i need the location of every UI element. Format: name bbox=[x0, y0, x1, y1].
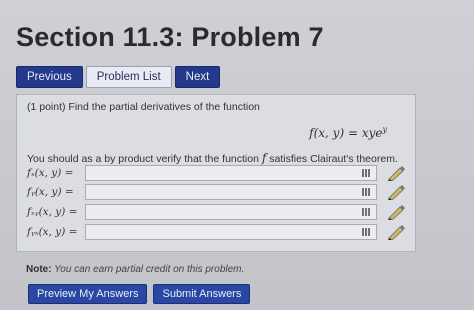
answer-row-fy: fᵧ(x, y) = bbox=[27, 184, 377, 200]
pencil-icon[interactable] bbox=[385, 204, 407, 220]
grid-icon[interactable] bbox=[362, 188, 371, 196]
previous-button[interactable]: Previous bbox=[16, 66, 83, 88]
function-expression: f(x, y) = xyey bbox=[309, 125, 387, 140]
pencil-icon[interactable] bbox=[385, 184, 407, 200]
problem-nav: Previous Problem List Next bbox=[16, 66, 221, 88]
page-title: Section 11.3: Problem 7 bbox=[16, 22, 324, 52]
note-prefix: Note: bbox=[26, 264, 52, 275]
problem-intro: (1 point) Find the partial derivatives o… bbox=[27, 101, 260, 113]
note-text: You can earn partial credit on this prob… bbox=[51, 264, 245, 275]
preview-answers-button[interactable]: Preview My Answers bbox=[28, 284, 148, 304]
answer-label-fy: fᵧ(x, y) = bbox=[27, 186, 74, 198]
partial-credit-note: Note: You can earn partial credit on thi… bbox=[26, 264, 244, 275]
next-button[interactable]: Next bbox=[174, 66, 221, 88]
grid-icon[interactable] bbox=[362, 169, 371, 177]
answer-label-fxy: fₓᵧ(x, y) = bbox=[27, 206, 78, 218]
problem-panel: (1 point) Find the partial derivatives o… bbox=[16, 94, 416, 252]
submit-answers-button[interactable]: Submit Answers bbox=[153, 284, 251, 304]
answer-actions: Preview My Answers Submit Answers bbox=[28, 284, 251, 304]
answer-input-fxy[interactable] bbox=[85, 204, 377, 220]
grid-icon[interactable] bbox=[362, 208, 371, 216]
function-exponent: y bbox=[382, 125, 387, 134]
verify-text-pre: You should as a by product verify that t… bbox=[27, 153, 262, 165]
verify-text-post: satisfies Clairaut's theorem. bbox=[266, 153, 398, 165]
pencil-icon[interactable] bbox=[385, 165, 407, 181]
problem-list-button[interactable]: Problem List bbox=[85, 66, 172, 88]
answer-label-fx: fₓ(x, y) = bbox=[27, 167, 74, 179]
answer-input-fx[interactable] bbox=[85, 165, 377, 181]
pencil-icon[interactable] bbox=[385, 224, 407, 240]
function-lhs: f(x, y) = xye bbox=[309, 126, 383, 140]
answer-row-fyx: fᵧₓ(x, y) = bbox=[27, 224, 377, 240]
answer-input-fyx[interactable] bbox=[85, 224, 377, 240]
answer-row-fxy: fₓᵧ(x, y) = bbox=[27, 204, 377, 220]
grid-icon[interactable] bbox=[362, 228, 371, 236]
answer-row-fx: fₓ(x, y) = bbox=[27, 165, 377, 181]
webwork-page: { "page": { "title": "Section 11.3: Prob… bbox=[0, 0, 474, 310]
verify-instruction: You should as a by product verify that t… bbox=[27, 151, 398, 165]
answer-input-fy[interactable] bbox=[85, 184, 377, 200]
answer-label-fyx: fᵧₓ(x, y) = bbox=[27, 226, 78, 238]
